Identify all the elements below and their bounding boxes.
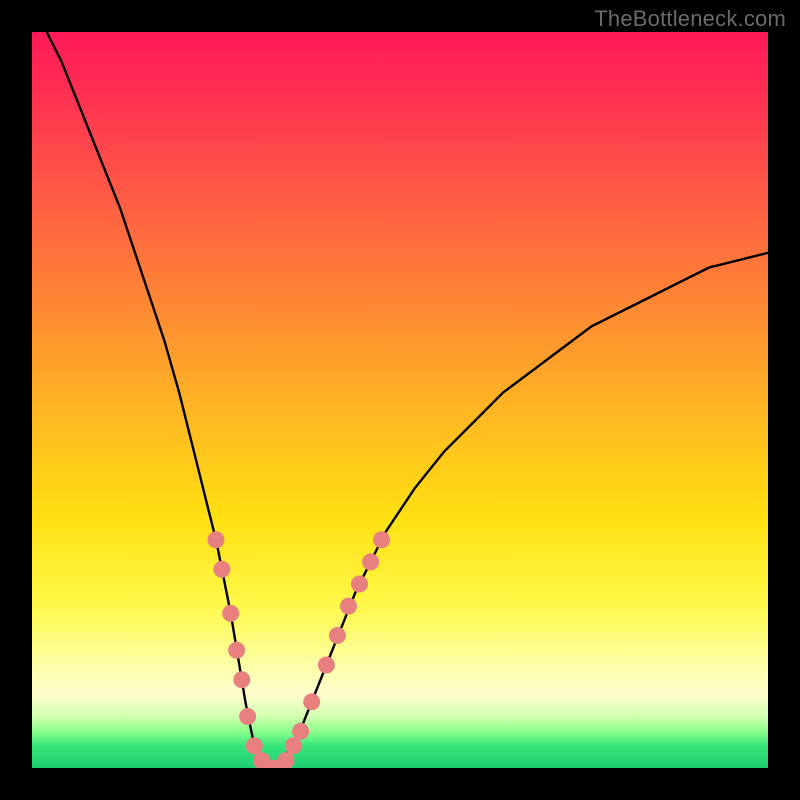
curve-marker [303,693,320,710]
curve-marker [233,671,250,688]
bottleneck-curve [47,32,768,768]
curve-marker [208,531,225,548]
curve-marker [340,598,357,615]
curve-marker [329,627,346,644]
curve-marker [222,605,239,622]
curve-markers [208,531,391,768]
plot-area [32,32,768,768]
curve-marker [351,576,368,593]
curve-marker [239,708,256,725]
curve-layer [32,32,768,768]
curve-marker [246,737,263,754]
curve-marker [228,642,245,659]
curve-marker [277,752,294,768]
curve-marker [373,531,390,548]
curve-marker [285,737,302,754]
curve-marker [213,561,230,578]
watermark-text: TheBottleneck.com [594,6,786,32]
curve-marker [362,553,379,570]
curve-marker [318,657,335,674]
curve-marker [292,723,309,740]
chart-frame: TheBottleneck.com [0,0,800,800]
